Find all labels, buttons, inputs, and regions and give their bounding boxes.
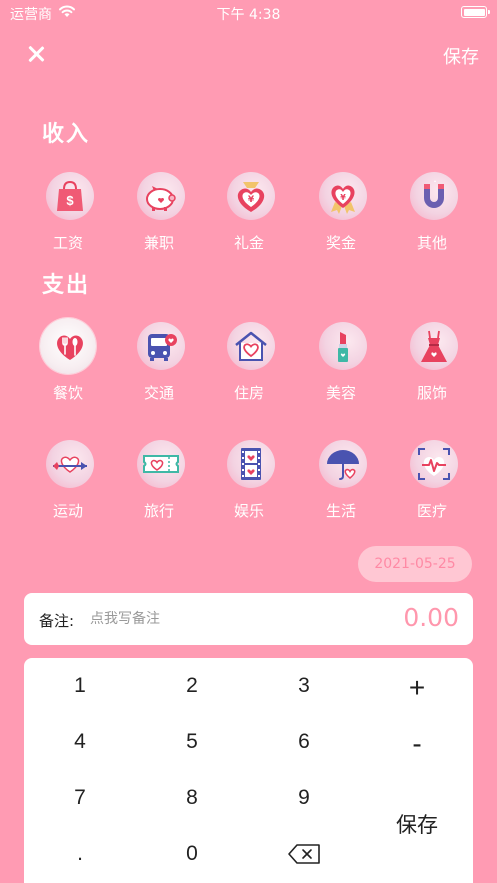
category-label: 服饰	[416, 384, 447, 402]
note-input[interactable]	[90, 606, 340, 632]
arrow-heart-icon	[53, 456, 87, 473]
category-label: 娱乐	[233, 502, 264, 520]
key-9[interactable]: 9	[248, 770, 360, 826]
house-icon	[235, 331, 267, 361]
date-picker-button[interactable]: 2021-05-25	[358, 546, 472, 582]
key-0[interactable]: 0	[136, 826, 248, 882]
category-income-salary[interactable]: $ 工资	[22, 170, 114, 260]
svg-text:¥: ¥	[248, 195, 255, 205]
category-income-gift-money[interactable]: ¥ 礼金	[203, 170, 295, 260]
category-expense-beauty[interactable]: 美容	[295, 320, 387, 410]
key-1[interactable]: 1	[24, 658, 136, 714]
amount-display: 0.00	[403, 603, 459, 632]
category-label: 其他	[416, 234, 447, 252]
key-2[interactable]: 2	[136, 658, 248, 714]
key-plus[interactable]: +	[361, 660, 473, 716]
key-decimal[interactable]: .	[24, 826, 136, 882]
lipstick-icon	[338, 332, 348, 362]
number-keypad: 1 2 3 + 4 5 6 - 7 8 9 保存 . 0	[24, 658, 473, 883]
close-icon[interactable]	[24, 42, 48, 66]
clock: 下午 4:38	[216, 7, 281, 23]
backspace-button[interactable]	[248, 826, 360, 882]
key-minus[interactable]: -	[361, 716, 473, 772]
cutlery-heart-icon	[57, 335, 83, 360]
category-expense-medical[interactable]: 医疗	[386, 438, 478, 528]
save-button[interactable]: 保存	[443, 43, 479, 69]
category-label: 生活	[325, 502, 356, 520]
magnet-icon	[424, 180, 444, 208]
battery-icon	[461, 6, 490, 18]
category-label: 奖金	[325, 234, 356, 252]
category-income-bonus[interactable]: ¥ 奖金	[295, 170, 387, 260]
key-3[interactable]: 3	[248, 658, 360, 714]
backspace-icon	[288, 844, 320, 865]
keypad-save-button[interactable]: 保存	[361, 770, 473, 882]
category-label: 礼金	[233, 234, 264, 252]
category-label: 运动	[52, 502, 83, 520]
category-label: 住房	[233, 384, 264, 402]
piggy-bank-icon	[146, 186, 176, 211]
category-expense-dining[interactable]: 餐饮	[22, 318, 114, 410]
heartbeat-icon	[418, 448, 450, 480]
money-bag-icon: ¥	[237, 182, 265, 212]
category-expense-sports[interactable]: 运动	[22, 438, 114, 528]
dress-icon	[421, 330, 447, 362]
key-4[interactable]: 4	[24, 714, 136, 770]
category-label: 餐饮	[52, 384, 83, 402]
category-income-parttime[interactable]: 兼职	[113, 170, 205, 260]
key-5[interactable]: 5	[136, 714, 248, 770]
note-label: 备注:	[39, 612, 75, 630]
category-expense-clothing[interactable]: 服饰	[386, 320, 478, 410]
svg-text:$: $	[66, 193, 74, 208]
shopping-bag-icon: $	[57, 180, 83, 211]
category-income-other[interactable]: 其他	[386, 170, 478, 260]
key-6[interactable]: 6	[248, 714, 360, 770]
key-8[interactable]: 8	[136, 770, 248, 826]
category-expense-travel[interactable]: 旅行	[113, 438, 205, 528]
category-expense-transport[interactable]: 交通	[113, 320, 205, 410]
category-expense-living[interactable]: 生活	[295, 438, 387, 528]
note-bar: 备注: 0.00	[24, 593, 473, 645]
category-label: 工资	[52, 234, 83, 252]
category-label: 美容	[325, 384, 356, 402]
category-expense-entertainment[interactable]: 娱乐	[203, 438, 295, 528]
category-expense-housing[interactable]: 住房	[203, 320, 295, 410]
category-label: 医疗	[416, 502, 447, 520]
income-section-title: 收入	[42, 122, 91, 147]
umbrella-icon	[327, 450, 359, 480]
category-label: 兼职	[143, 234, 174, 252]
category-label: 旅行	[143, 502, 174, 520]
ticket-icon	[143, 455, 179, 473]
status-bar: 运营商 下午 4:38	[0, 0, 497, 26]
heart-award-icon: ¥	[331, 185, 355, 214]
category-label: 交通	[143, 384, 174, 402]
expense-section-title: 支出	[42, 273, 91, 298]
key-7[interactable]: 7	[24, 770, 136, 826]
svg-text:¥: ¥	[340, 193, 346, 202]
film-icon	[241, 448, 261, 480]
bus-icon	[148, 334, 177, 361]
